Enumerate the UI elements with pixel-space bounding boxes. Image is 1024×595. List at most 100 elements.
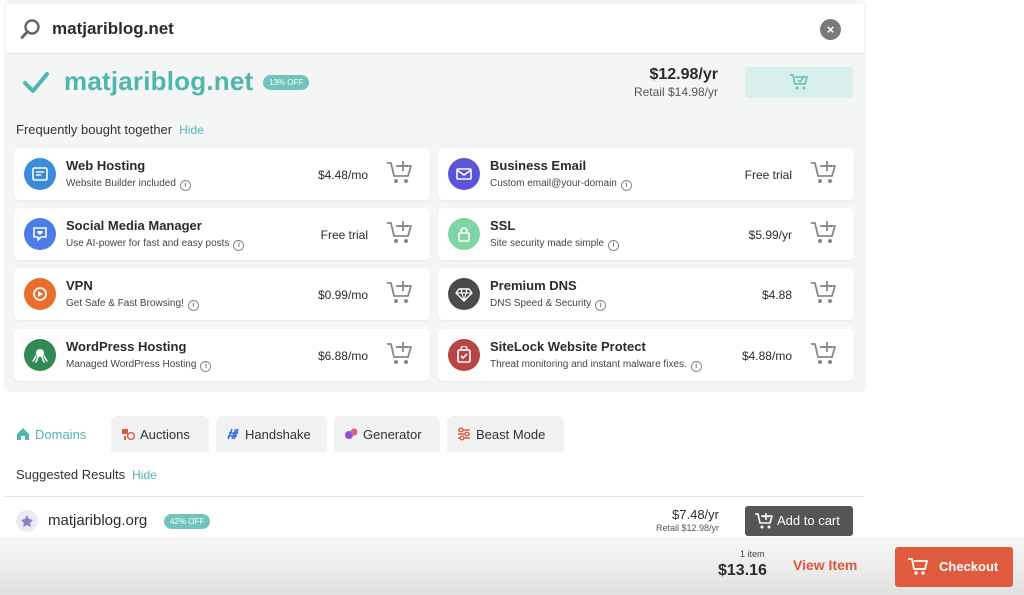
add-cart-icon[interactable]: [810, 220, 838, 246]
product-desc: Custom email@your-domain i: [490, 178, 632, 191]
selected-domain-name: matjariblog.net: [64, 66, 254, 96]
product-name: Premium DNS: [490, 278, 577, 293]
info-icon[interactable]: i: [690, 361, 702, 372]
product-price: $0.99/mo: [317, 288, 368, 302]
clear-icon[interactable]: ×: [820, 19, 841, 40]
auction-icon: [122, 429, 136, 441]
add-cart-icon: [755, 513, 773, 529]
retail-price: Retail $14.98/yr: [633, 85, 718, 99]
cart-total: $13.16: [718, 562, 767, 579]
product-card-sitelock[interactable]: SiteLock Website Protect Threat monitori…: [438, 329, 854, 381]
info-icon[interactable]: i: [607, 240, 619, 251]
cart-check-icon: [790, 74, 808, 90]
product-card-business-email[interactable]: Business Email Custom email@your-domain i…: [438, 148, 854, 200]
info-icon[interactable]: i: [595, 300, 607, 311]
add-cart-icon[interactable]: [386, 341, 414, 367]
product-price: $6.88/mo: [317, 349, 368, 363]
search-icon: [20, 19, 40, 39]
tab-beast-mode[interactable]: Beast Mode: [447, 416, 564, 454]
product-card-wordpress-hosting[interactable]: WordPress Hosting Managed WordPress Host…: [14, 329, 430, 381]
product-desc: Managed WordPress Hosting i: [66, 359, 212, 372]
tab-handshake[interactable]: Handshake: [216, 416, 327, 454]
tab-generator[interactable]: Generator: [334, 416, 440, 454]
cart-item-count: 1 item: [740, 549, 765, 559]
search-tabs: Domains Auctions Handshake Generator Bea…: [4, 410, 866, 454]
cart-icon: [908, 558, 928, 575]
handshake-icon: [227, 428, 239, 440]
product-name: VPN: [66, 278, 93, 293]
product-price: Free trial: [744, 168, 792, 182]
fbt-hide-link[interactable]: Hide: [179, 123, 204, 137]
add-cart-icon[interactable]: [810, 160, 838, 186]
checkout-button[interactable]: Checkout: [895, 547, 1013, 587]
product-price: $4.48/mo: [317, 168, 368, 182]
product-name: SSL: [490, 218, 516, 233]
product-name: Web Hosting: [66, 158, 146, 173]
info-icon[interactable]: i: [620, 180, 632, 191]
tab-auctions[interactable]: Auctions: [111, 416, 209, 454]
price: $7.48/yr: [672, 507, 719, 522]
info-icon[interactable]: i: [187, 300, 199, 311]
price: $12.98/yr: [649, 66, 718, 83]
product-desc: DNS Speed & Security i: [490, 298, 607, 311]
add-cart-icon[interactable]: [810, 341, 838, 367]
product-card-vpn[interactable]: VPN Get Safe & Fast Browsing! i $0.99/mo: [14, 268, 430, 320]
check-icon: [23, 72, 49, 93]
lock-icon: [448, 218, 480, 250]
search-bar[interactable]: matjariblog.net ×: [6, 4, 864, 54]
product-desc: Website Builder included i: [66, 178, 191, 191]
discount-badge: 13% OFF: [263, 75, 310, 90]
suggested-header: Suggested Results Hide: [16, 467, 157, 482]
added-to-cart-button[interactable]: [745, 67, 853, 98]
search-input[interactable]: matjariblog.net: [52, 19, 174, 39]
product-desc: Threat monitoring and instant malware fi…: [490, 359, 702, 372]
product-card-web-hosting[interactable]: Web Hosting Website Builder included i $4…: [14, 148, 430, 200]
result-domain-name[interactable]: matjariblog.org: [48, 512, 147, 529]
house-icon: [17, 428, 29, 440]
product-card-premium-dns[interactable]: Premium DNS DNS Speed & Security i $4.88: [438, 268, 854, 320]
divider: [4, 496, 864, 497]
add-cart-icon[interactable]: [386, 160, 414, 186]
suggested-title: Suggested Results: [16, 467, 126, 482]
product-name: Social Media Manager: [66, 218, 202, 233]
selected-domain-price: $12.98/yr Retail $14.98/yr: [634, 66, 718, 99]
product-name: SiteLock Website Protect: [490, 339, 646, 354]
product-desc: Get Safe & Fast Browsing! i: [66, 298, 199, 311]
octopus-icon: [24, 339, 56, 371]
product-name: WordPress Hosting: [66, 339, 187, 354]
add-to-cart-button[interactable]: Add to cart: [745, 506, 853, 536]
info-icon[interactable]: i: [200, 361, 212, 372]
generator-icon: [345, 428, 358, 439]
product-price: Free trial: [320, 228, 368, 242]
product-card-social-media-manager[interactable]: Social Media Manager Use AI-power for fa…: [14, 208, 430, 260]
result-price: $7.48/yr Retail $12.98/yr: [604, 507, 719, 533]
sliders-icon: [458, 427, 470, 441]
product-card-ssl[interactable]: SSL Site security made simple i $5.99/yr: [438, 208, 854, 260]
add-cart-icon[interactable]: [386, 220, 414, 246]
product-price: $4.88: [761, 288, 792, 302]
mail-icon: [448, 158, 480, 190]
view-item-link[interactable]: View Item: [793, 557, 857, 573]
tab-domains[interactable]: Domains: [6, 416, 104, 454]
product-desc: Use AI-power for fast and easy posts i: [66, 238, 245, 251]
frequently-bought-header: Frequently bought together Hide: [16, 122, 204, 137]
retail-price: Retail $12.98/yr: [655, 523, 719, 533]
suggested-hide-link[interactable]: Hide: [132, 468, 157, 482]
product-desc: Site security made simple i: [490, 238, 619, 251]
results-panel: Suggested Results Hide matjariblog.org 42…: [4, 452, 864, 542]
shield-check-icon: [448, 339, 480, 371]
vpn-icon: [24, 278, 56, 310]
add-cart-icon[interactable]: [810, 280, 838, 306]
product-price: $4.88/mo: [741, 349, 792, 363]
result-discount-badge: 42% OFF: [164, 514, 211, 529]
diamond-icon: [448, 278, 480, 310]
tld-logo-icon: [16, 510, 38, 532]
info-icon[interactable]: i: [233, 240, 245, 251]
cart-footer: 1 item $13.16 View Item Checkout: [0, 537, 1024, 595]
info-icon[interactable]: i: [179, 180, 191, 191]
product-price: $5.99/yr: [748, 228, 792, 242]
product-name: Business Email: [490, 158, 587, 173]
browser-icon: [24, 158, 56, 190]
add-cart-icon[interactable]: [386, 280, 414, 306]
heart-chat-icon: [24, 218, 56, 250]
